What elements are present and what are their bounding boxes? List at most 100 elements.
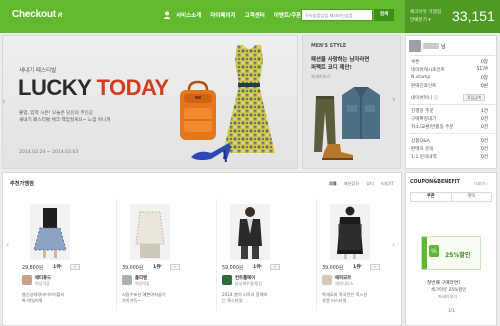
username-suffix: 님 bbox=[441, 44, 446, 50]
divider bbox=[216, 199, 217, 311]
price: 39,000원 bbox=[322, 266, 344, 271]
divider bbox=[409, 55, 495, 56]
svg-text:%: % bbox=[431, 249, 437, 255]
coupon-pagination: 1/1 bbox=[448, 308, 455, 313]
tab-coupon[interactable]: 쿠폰 bbox=[411, 193, 452, 201]
chevron-left-icon[interactable]: ‹ bbox=[6, 240, 9, 249]
product-card[interactable]: 39,000원 1위 ▸ + 에피모르 레이디모스 박세모와 혁국전은 럭스션 … bbox=[322, 199, 414, 321]
coupon-headline: 첫번째 구매라면? bbox=[427, 281, 461, 286]
panel-value[interactable]: 0원 bbox=[481, 83, 488, 89]
panel-row-coupon[interactable]: 쿠폰 bbox=[411, 59, 419, 65]
panel-row-naver-cash[interactable]: 네이버캐시포인트 bbox=[411, 67, 445, 73]
hero-title: LUCKY TODAY bbox=[18, 75, 169, 100]
coupon-title: COUPON&BENEFIT bbox=[410, 180, 460, 185]
product-desc[interactable]: 톡.데일리룩 bbox=[22, 298, 43, 304]
like-button[interactable]: + bbox=[70, 264, 80, 270]
product-image[interactable] bbox=[130, 204, 170, 260]
tab-beauty[interactable]: 뷰티 bbox=[366, 181, 374, 187]
rank-arrow-icon: ▸ bbox=[160, 264, 163, 269]
seller-category: 여성의류 bbox=[35, 281, 50, 286]
nav-service-intro[interactable]: 서비스소개 bbox=[176, 11, 201, 19]
coupon-tabs: 쿠폰 혜택 bbox=[410, 192, 492, 202]
hero-date: 2014.02.24 ~ 2014.03.03 bbox=[19, 150, 79, 155]
divider bbox=[409, 133, 495, 134]
rank-arrow-icon: ▸ bbox=[360, 264, 363, 269]
username-masked bbox=[423, 43, 439, 49]
blue-heel-image bbox=[191, 143, 231, 163]
coupon-card-accent bbox=[422, 237, 427, 269]
product-desc[interactable]: 는 룩스타일 bbox=[222, 298, 243, 304]
denim-jacket-image bbox=[342, 87, 380, 139]
price: 39,000원 bbox=[122, 266, 144, 271]
category-tabs: 의류 패션잡화 뷰티 리빙/IT bbox=[329, 181, 394, 187]
user-icon[interactable] bbox=[162, 10, 172, 20]
seller-category: 남성캐주얼/정장 bbox=[235, 281, 263, 286]
hero-desc: 졸업, 입학 시즌! 오늘은 당신의 주인공 bbox=[19, 111, 93, 116]
product-card[interactable]: 59,000원 1위 ▸ + 컨트롤메이 남성캐주얼/정장 2014 봄이 시작… bbox=[222, 199, 317, 321]
panel-value[interactable]: 0장 bbox=[481, 59, 488, 65]
charge-button[interactable]: 적립금액 bbox=[463, 94, 485, 101]
product-desc[interactable]: 쥬얼 리스타일 bbox=[322, 298, 346, 304]
nav-my-page[interactable]: 마이페이지 bbox=[210, 11, 235, 19]
search-button[interactable]: 검색 bbox=[374, 9, 394, 21]
tab-accessories[interactable]: 패션잡화 bbox=[344, 181, 359, 187]
panel-value[interactable]: 0건 bbox=[481, 138, 488, 144]
main-nav: 서비스소개 마이페이지 고객센터 이벤트/쿠폰 bbox=[176, 11, 301, 19]
panel-value[interactable]: 0건 bbox=[481, 124, 488, 130]
avatar bbox=[409, 40, 421, 52]
boot-image bbox=[322, 144, 353, 160]
panel-value[interactable]: 0건 bbox=[481, 146, 488, 152]
coupon-detail-link[interactable]: 자세히보기 bbox=[438, 294, 457, 300]
panel-value[interactable]: 0건 bbox=[481, 154, 488, 160]
search-input[interactable]: 직속상품입점 페셔라인상품 bbox=[301, 9, 373, 21]
seller-avatar bbox=[222, 275, 232, 285]
panel-row-returns[interactable]: 취소/교환/반품중 주문 bbox=[411, 124, 454, 130]
panel-row-pending-confirm[interactable]: 구매확정대기 bbox=[411, 116, 436, 122]
panel-value[interactable]: 0건 bbox=[481, 116, 488, 122]
product-image[interactable] bbox=[330, 204, 370, 260]
coupon-more-link[interactable]: 더보기 › bbox=[474, 181, 488, 187]
coupon-discount: 25%할인 bbox=[445, 252, 471, 259]
like-button[interactable]: + bbox=[270, 264, 280, 270]
divider bbox=[409, 104, 495, 105]
tab-living-it[interactable]: 리빙/IT bbox=[381, 181, 394, 187]
panel-row-product-qa[interactable]: 상품Q&A bbox=[411, 138, 430, 144]
chevron-left-icon[interactable]: ‹ bbox=[2, 95, 10, 109]
coupon-tag-icon: % bbox=[429, 245, 439, 257]
chevron-right-icon[interactable]: › bbox=[392, 95, 396, 105]
checkout-logo[interactable]: Checkout R bbox=[12, 9, 62, 20]
panel-value[interactable]: 0장 bbox=[481, 75, 488, 81]
like-button[interactable]: + bbox=[170, 264, 180, 270]
hero-subtitle: 새내기 페스티벌 bbox=[19, 68, 57, 74]
like-button[interactable]: + bbox=[370, 264, 380, 270]
product-card[interactable]: 29,800원 1위 ▸ + 에티튜드 여성의류 봄신상대량바이브어플리 톡.데… bbox=[22, 199, 117, 321]
panel-row-1on1[interactable]: 1:1 문의내역 bbox=[411, 154, 437, 160]
coupon-subline: 체크아웃 25%할인 bbox=[431, 288, 467, 293]
rank-arrow-icon: ▸ bbox=[60, 264, 63, 269]
panel-row-seller-inquiry[interactable]: 판매자 문의 bbox=[411, 146, 434, 152]
mens-more-link[interactable]: 자세히보기 bbox=[311, 74, 330, 80]
mens-style-label: MEN'S STYLE bbox=[311, 44, 347, 49]
seller-avatar bbox=[322, 275, 332, 285]
panel-row-seller-point[interactable]: 판매진포인트 bbox=[411, 83, 436, 89]
tab-clothing[interactable]: 의류 bbox=[329, 181, 337, 187]
product-image[interactable] bbox=[30, 204, 70, 260]
panel-value[interactable]: 1건 bbox=[481, 108, 488, 114]
product-card[interactable]: 39,000원 1위 ▸ + 플리텐 여성의류 서랍수포션 예쁜여자들이 가득가… bbox=[122, 199, 217, 321]
product-image[interactable] bbox=[230, 204, 270, 260]
panel-value[interactable]: 517P bbox=[476, 67, 488, 72]
divider bbox=[316, 199, 317, 311]
counter-period-select[interactable]: 만배분기 ▾ bbox=[410, 17, 431, 23]
panel-row-orders[interactable]: 진행중 주문 bbox=[411, 108, 434, 114]
nav-customer-center[interactable]: 고객센터 bbox=[245, 11, 265, 19]
hero-desc: 새내기 페스티벌 체크 책임질게요~ 느낌 아니까 bbox=[19, 118, 111, 123]
product-desc[interactable]: 가득가득~ bbox=[122, 298, 141, 304]
panel-row-naver-money[interactable]: 네이버머니 ⓘ bbox=[411, 95, 438, 101]
counter-label: 체크아웃 가맹점 bbox=[410, 10, 442, 15]
panel-row-nstamp[interactable]: N.stamp bbox=[411, 75, 430, 80]
mens-style-title: 퍼펙트 코디 제안! bbox=[311, 65, 352, 71]
tab-benefit[interactable]: 혜택 bbox=[452, 193, 492, 201]
rank-arrow-icon: ▸ bbox=[260, 264, 263, 269]
seller-category: 여성의류 bbox=[135, 281, 150, 286]
nav-event-coupon[interactable]: 이벤트/쿠폰 bbox=[274, 11, 301, 19]
